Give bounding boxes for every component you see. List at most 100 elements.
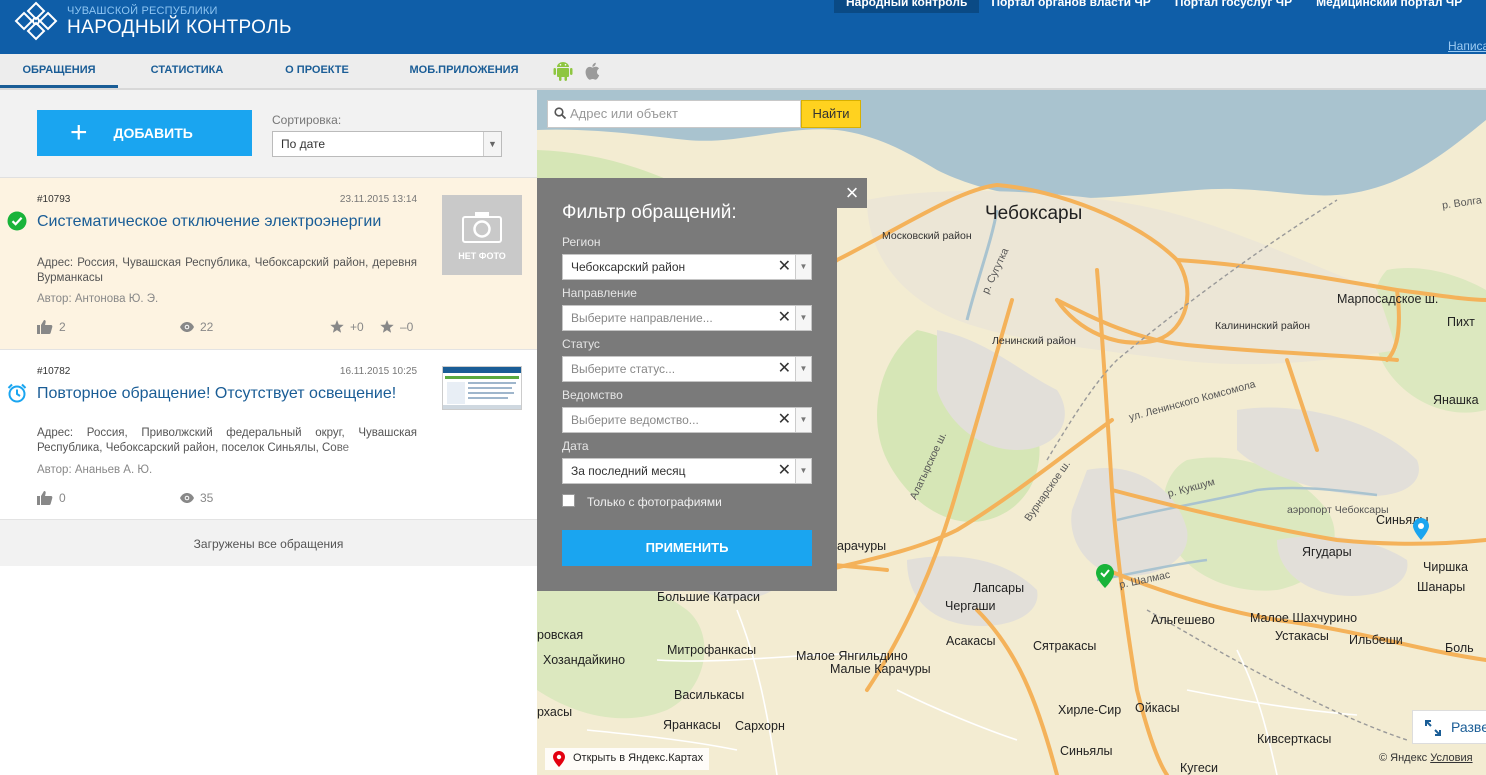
map-find-button[interactable]: Найти	[801, 100, 861, 128]
sort-select[interactable]: По дате ▼	[272, 131, 502, 157]
appeal-date: 23.11.2015 13:14	[339, 194, 417, 205]
chevron-down-icon: ▼	[483, 132, 501, 156]
map-label-place: Яранкасы	[663, 718, 721, 732]
map-label-place: Василькасы	[674, 688, 745, 702]
eye-icon	[180, 493, 194, 503]
clear-icon[interactable]: ✕	[778, 357, 791, 381]
date-select[interactable]: За последний месяц ✕ ▼	[562, 458, 812, 484]
filter-label-department: Ведомство	[562, 388, 623, 402]
tab-appeals[interactable]: ОБРАЩЕНИЯ	[0, 54, 118, 88]
camera-icon	[462, 212, 502, 243]
appeal-card[interactable]: #10793 23.11.2015 13:14 Систематическое …	[0, 178, 537, 350]
department-placeholder: Выберите ведомство...	[571, 413, 699, 427]
photos-only-checkbox[interactable]	[562, 494, 575, 507]
appeal-title[interactable]: Повторное обращение! Отсутствует освещен…	[37, 384, 417, 403]
map-label-place: Шанары	[1417, 580, 1466, 594]
portal-link-gosuslugi[interactable]: Портал госуслуг ЧР	[1163, 0, 1304, 13]
map-label-place: Кивсерткасы	[1257, 732, 1332, 746]
star-icon	[330, 320, 344, 333]
rating-plus-value: +0	[350, 320, 364, 334]
map-label-place: Ильбеши	[1349, 633, 1403, 647]
sort-label: Сортировка:	[272, 113, 342, 127]
map-label-place: Митрофанкасы	[667, 643, 757, 657]
terms-link[interactable]: Условия	[1430, 752, 1472, 764]
map-label-place: Хирле-Сир	[1058, 703, 1122, 717]
rating-plus[interactable]: +0	[330, 320, 364, 334]
likes-count[interactable]: 0	[37, 491, 66, 505]
appeal-title[interactable]: Систематическое отключение электроэнерги…	[37, 212, 417, 231]
tab-mobile-apps[interactable]: МОБ.ПРИЛОЖЕНИЯ	[402, 54, 526, 88]
map-marker-pending[interactable]	[1413, 518, 1429, 540]
apply-filter-button[interactable]: ПРИМЕНИТЬ	[562, 530, 812, 566]
map-label-city: Чебоксары	[985, 203, 1083, 224]
map-label-place: Боль	[1445, 641, 1474, 655]
sort-value: По дате	[281, 137, 326, 151]
clear-icon[interactable]: ✕	[778, 306, 791, 330]
appeal-number: #10793	[37, 194, 71, 205]
map-marker-resolved[interactable]	[1096, 564, 1114, 588]
tab-about[interactable]: О ПРОЕКТЕ	[272, 54, 362, 88]
map-label-place: Сархорн	[735, 719, 785, 733]
views-count: 22	[180, 320, 213, 334]
map-label-place: Большие Катраси	[657, 590, 760, 604]
direction-select[interactable]: Выберите направление... ✕ ▼	[562, 305, 812, 331]
appeal-card[interactable]: #10782 16.11.2015 10:25 Повторное обраще…	[0, 350, 537, 520]
map-label-place: Асакасы	[946, 634, 996, 648]
clear-icon[interactable]: ✕	[778, 255, 791, 279]
appeal-photo-thumbnail[interactable]	[442, 366, 522, 410]
filter-label-direction: Направление	[562, 286, 637, 300]
region-select[interactable]: Чебоксарский район ✕ ▼	[562, 254, 812, 280]
no-photo-label: НЕТ ФОТО	[458, 251, 506, 261]
brand-subtitle: ЧУВАШСКОЙ РЕСПУБЛИКИ	[67, 5, 218, 17]
list-footer: Загружены все обращения	[0, 520, 537, 566]
clear-icon[interactable]: ✕	[778, 459, 791, 483]
portal-link-vlast[interactable]: Портал органов власти ЧР	[979, 0, 1162, 13]
department-select[interactable]: Выберите ведомство... ✕ ▼	[562, 407, 812, 433]
rating-minus-value: –0	[400, 320, 414, 334]
close-icon[interactable]: ×	[837, 178, 867, 208]
likes-value: 2	[59, 320, 66, 334]
portal-link-narodny[interactable]: Народный контроль	[834, 0, 980, 13]
date-value: За последний месяц	[571, 464, 686, 478]
map-search-input[interactable]: Адрес или объект	[547, 100, 801, 128]
map-label-place: Ойкасы	[1135, 701, 1180, 715]
android-icon[interactable]	[552, 60, 574, 82]
appeals-toolbar: + ДОБАВИТЬ Сортировка: По дате ▼	[0, 90, 537, 178]
map-label-place: Ягудары	[1302, 545, 1352, 559]
map-label-place: Чиршка	[1423, 560, 1468, 574]
screenshot-thumbnail	[443, 367, 521, 409]
appeal-author: Автор: Ананьев А. Ю.	[37, 464, 153, 476]
rating-minus[interactable]: –0	[380, 320, 413, 334]
chevron-down-icon: ▼	[795, 357, 811, 381]
portal-link-medical[interactable]: Медицинский портал ЧР	[1304, 0, 1474, 13]
open-in-yandex-link[interactable]: Открыть в Яндекс.Картах	[545, 748, 710, 770]
brand-title[interactable]: НАРОДНЫЙ КОНТРОЛЬ	[67, 17, 292, 39]
expand-map-button[interactable]: Развернуть	[1412, 710, 1486, 744]
status-select[interactable]: Выберите статус... ✕ ▼	[562, 356, 812, 382]
filter-panel: Фильтр обращений: Регион Чебоксарский ра…	[537, 178, 837, 591]
clear-icon[interactable]: ✕	[778, 408, 791, 432]
write-link[interactable]: Написать	[1448, 39, 1486, 53]
chevron-down-icon: ▼	[795, 408, 811, 432]
tab-statistics[interactable]: СТАТИСТИКА	[137, 54, 237, 88]
appeal-photo-placeholder[interactable]: НЕТ ФОТО	[442, 195, 522, 275]
views-count: 35	[180, 491, 213, 505]
filter-label-date: Дата	[562, 439, 589, 453]
add-appeal-button[interactable]: + ДОБАВИТЬ	[37, 110, 252, 156]
apple-icon[interactable]	[582, 60, 604, 82]
photos-only-label[interactable]: Только с фотографиями	[587, 495, 722, 509]
appeals-panel: + ДОБАВИТЬ Сортировка: По дате ▼ #10793 …	[0, 90, 537, 775]
map-label-place: Лапсары	[973, 581, 1025, 595]
check-circle-icon	[7, 211, 27, 231]
filter-label-status: Статус	[562, 337, 600, 351]
logo-icon[interactable]	[14, 0, 58, 42]
appeal-author: Автор: Антонова Ю. Э.	[37, 293, 159, 305]
map-label-place: Сятракасы	[1033, 639, 1097, 653]
region-value: Чебоксарский район	[571, 260, 686, 274]
map-label-district: Московский район	[882, 230, 972, 242]
map-label-place: рхасы	[537, 705, 573, 719]
thumbs-up-icon	[37, 491, 53, 505]
expand-map-label: Развернуть	[1451, 719, 1486, 735]
likes-count[interactable]: 2	[37, 320, 66, 334]
map-label-place: Малое Шахчурино	[1250, 611, 1358, 625]
